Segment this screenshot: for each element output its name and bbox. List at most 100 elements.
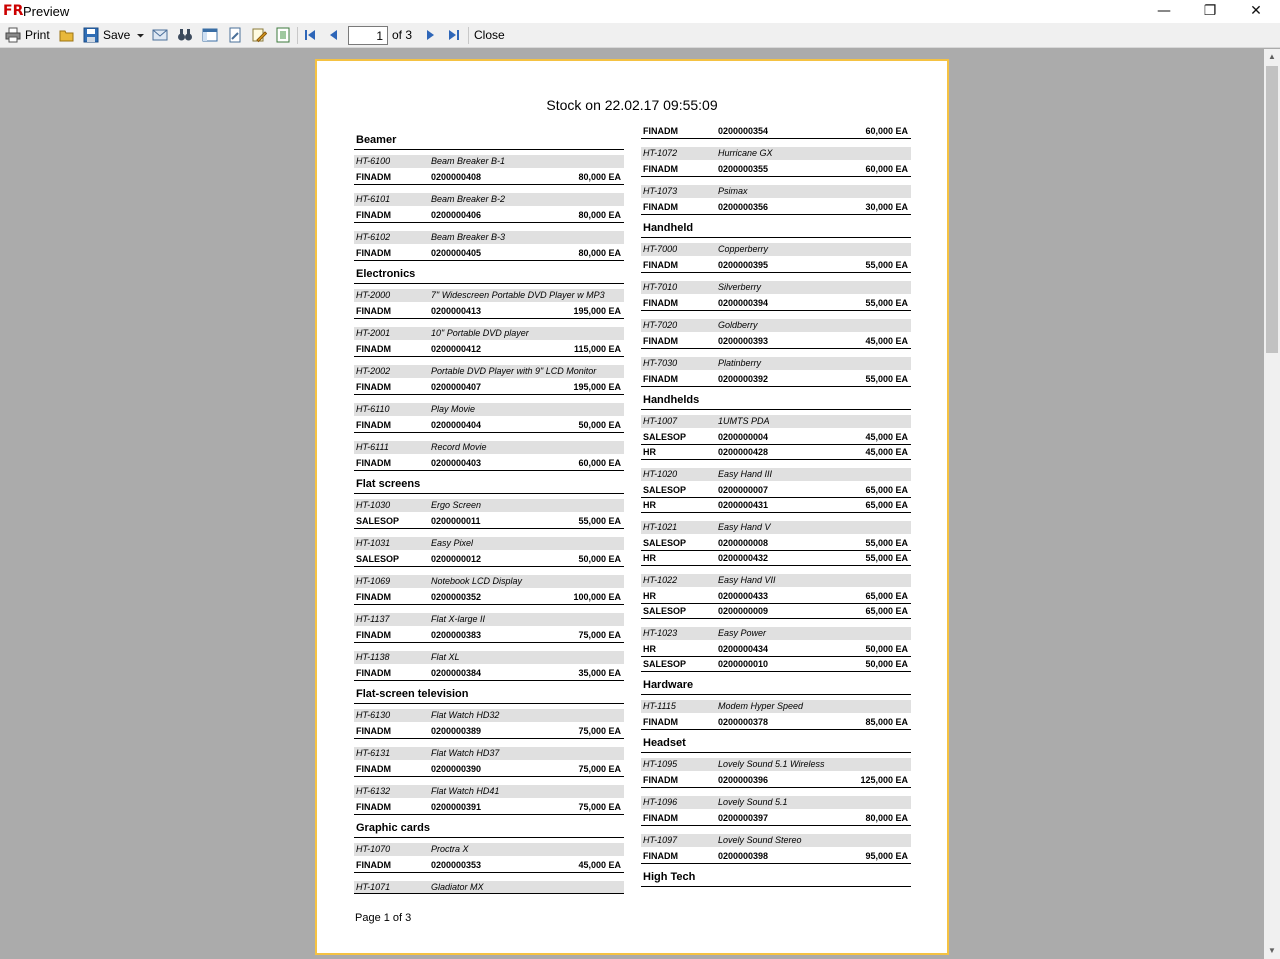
scroll-up-icon[interactable]: ▲	[1264, 49, 1280, 65]
stock-qty: 55,000 EA	[865, 298, 908, 308]
product-name: Lovely Sound 5.1 Wireless	[718, 759, 825, 769]
product-id: HT-6102	[356, 232, 391, 242]
find-button[interactable]	[177, 26, 193, 44]
page-setup-button[interactable]	[227, 26, 243, 44]
stock-org: FINADM	[356, 764, 391, 774]
stock-org: FINADM	[643, 374, 678, 384]
stock-qty: 35,000 EA	[578, 668, 621, 678]
email-button[interactable]	[152, 26, 168, 44]
product-name: Ergo Screen	[431, 500, 482, 510]
stock-code: 0200000432	[718, 553, 769, 563]
envelope-icon	[152, 29, 168, 41]
stock-qty: 195,000 EA	[573, 306, 621, 316]
stock-code: 0200000413	[431, 306, 482, 316]
product-name: Beam Breaker B-1	[431, 156, 506, 166]
scroll-down-icon[interactable]: ▼	[1264, 943, 1280, 959]
stock-row: SALESOP 0200000009 65,000 EA	[641, 604, 911, 619]
product-id: HT-2002	[356, 366, 391, 376]
outline-button[interactable]	[202, 26, 218, 44]
stock-qty: 55,000 EA	[865, 260, 908, 270]
stock-code: 0200000012	[431, 554, 482, 564]
stock-qty: 75,000 EA	[578, 802, 621, 812]
stock-code: 0200000407	[431, 382, 482, 392]
group-header: Handhelds	[641, 392, 911, 410]
stock-org: HR	[643, 591, 656, 601]
group-header: Flat-screen television	[354, 686, 624, 704]
stock-org: FINADM	[356, 172, 391, 182]
stock-code: 0200000389	[431, 726, 482, 736]
stock-row: FINADM 0200000404 50,000 EA	[354, 418, 624, 433]
vertical-scrollbar[interactable]: ▲ ▼	[1264, 49, 1280, 959]
stock-code: 0200000354	[718, 126, 769, 136]
product-name: 7" Widescreen Portable DVD Player w MP3	[431, 290, 605, 300]
product-name: Easy Pixel	[431, 538, 474, 548]
watermark-button[interactable]	[275, 26, 291, 44]
print-button[interactable]: Print	[5, 26, 50, 44]
product-id: HT-6132	[356, 786, 391, 796]
last-page-button[interactable]	[446, 26, 462, 44]
save-dropdown-button[interactable]	[136, 26, 145, 44]
product-row: HT-2000 7" Widescreen Portable DVD Player…	[354, 289, 624, 302]
product-name: Beam Breaker B-2	[431, 194, 506, 204]
stock-qty: 125,000 EA	[860, 775, 908, 785]
product-row: HT-1070 Proctra X	[354, 843, 624, 856]
close-preview-button[interactable]: Close	[474, 26, 505, 44]
stock-row: FINADM 0200000378 85,000 EA	[641, 715, 911, 730]
product-row: HT-1020 Easy Hand III	[641, 468, 911, 481]
close-window-button[interactable]: ✕	[1233, 0, 1279, 23]
stock-org: SALESOP	[643, 606, 687, 616]
previous-page-button[interactable]	[326, 26, 342, 44]
stock-qty: 55,000 EA	[865, 538, 908, 548]
stock-row: FINADM 0200000384 35,000 EA	[354, 666, 624, 681]
save-label: Save	[103, 28, 131, 42]
first-page-button[interactable]	[302, 26, 318, 44]
next-page-button[interactable]	[422, 26, 438, 44]
maximize-button[interactable]: ❐	[1187, 0, 1233, 23]
stock-qty: 95,000 EA	[865, 851, 908, 861]
stock-qty: 115,000 EA	[573, 344, 621, 354]
product-id: HT-1023	[643, 628, 678, 638]
stock-row: FINADM 0200000406 80,000 EA	[354, 208, 624, 223]
product-id: HT-7020	[643, 320, 678, 330]
outline-panel-icon	[202, 28, 218, 42]
scroll-thumb[interactable]	[1266, 66, 1278, 353]
first-page-icon	[305, 30, 315, 40]
product-id: HT-1021	[643, 522, 678, 532]
open-button[interactable]	[59, 26, 75, 44]
stock-org: SALESOP	[643, 432, 687, 442]
product-id: HT-6130	[356, 710, 391, 720]
product-row: HT-1023 Easy Power	[641, 627, 911, 640]
stock-org: FINADM	[643, 717, 678, 727]
minimize-button[interactable]: —	[1141, 0, 1187, 23]
toolbar-separator	[297, 27, 298, 44]
page-number-input[interactable]	[348, 26, 388, 45]
stock-row: FINADM 0200000354 60,000 EA	[641, 124, 911, 139]
stock-qty: 65,000 EA	[865, 606, 908, 616]
app-logo-icon: FR	[3, 3, 24, 19]
stock-qty: 80,000 EA	[865, 813, 908, 823]
product-row: HT-1137 Flat X-large II	[354, 613, 624, 626]
stock-org: FINADM	[356, 668, 391, 678]
stock-code: 0200000404	[431, 420, 482, 430]
save-button[interactable]: Save	[83, 26, 130, 44]
product-row: HT-1030 Ergo Screen	[354, 499, 624, 512]
previous-page-icon	[330, 30, 337, 40]
stock-qty: 60,000 EA	[865, 126, 908, 136]
stock-org: FINADM	[643, 202, 678, 212]
product-name: Flat Watch HD32	[431, 710, 500, 720]
stock-code: 0200000431	[718, 500, 769, 510]
stock-row: FINADM 0200000405 80,000 EA	[354, 246, 624, 261]
stock-qty: 80,000 EA	[578, 172, 621, 182]
stock-row: FINADM 0200000407 195,000 EA	[354, 380, 624, 395]
edit-button[interactable]	[251, 26, 267, 44]
product-name: Flat Watch HD41	[431, 786, 500, 796]
product-row: HT-1073 Psimax	[641, 185, 911, 198]
group-header: Graphic cards	[354, 820, 624, 838]
product-row: HT-1021 Easy Hand V	[641, 521, 911, 534]
product-row: HT-6131 Flat Watch HD37	[354, 747, 624, 760]
stock-qty: 65,000 EA	[865, 485, 908, 495]
printer-icon	[5, 27, 21, 43]
stock-org: FINADM	[643, 126, 678, 136]
stock-org: FINADM	[643, 775, 678, 785]
stock-row: FINADM 0200000403 60,000 EA	[354, 456, 624, 471]
